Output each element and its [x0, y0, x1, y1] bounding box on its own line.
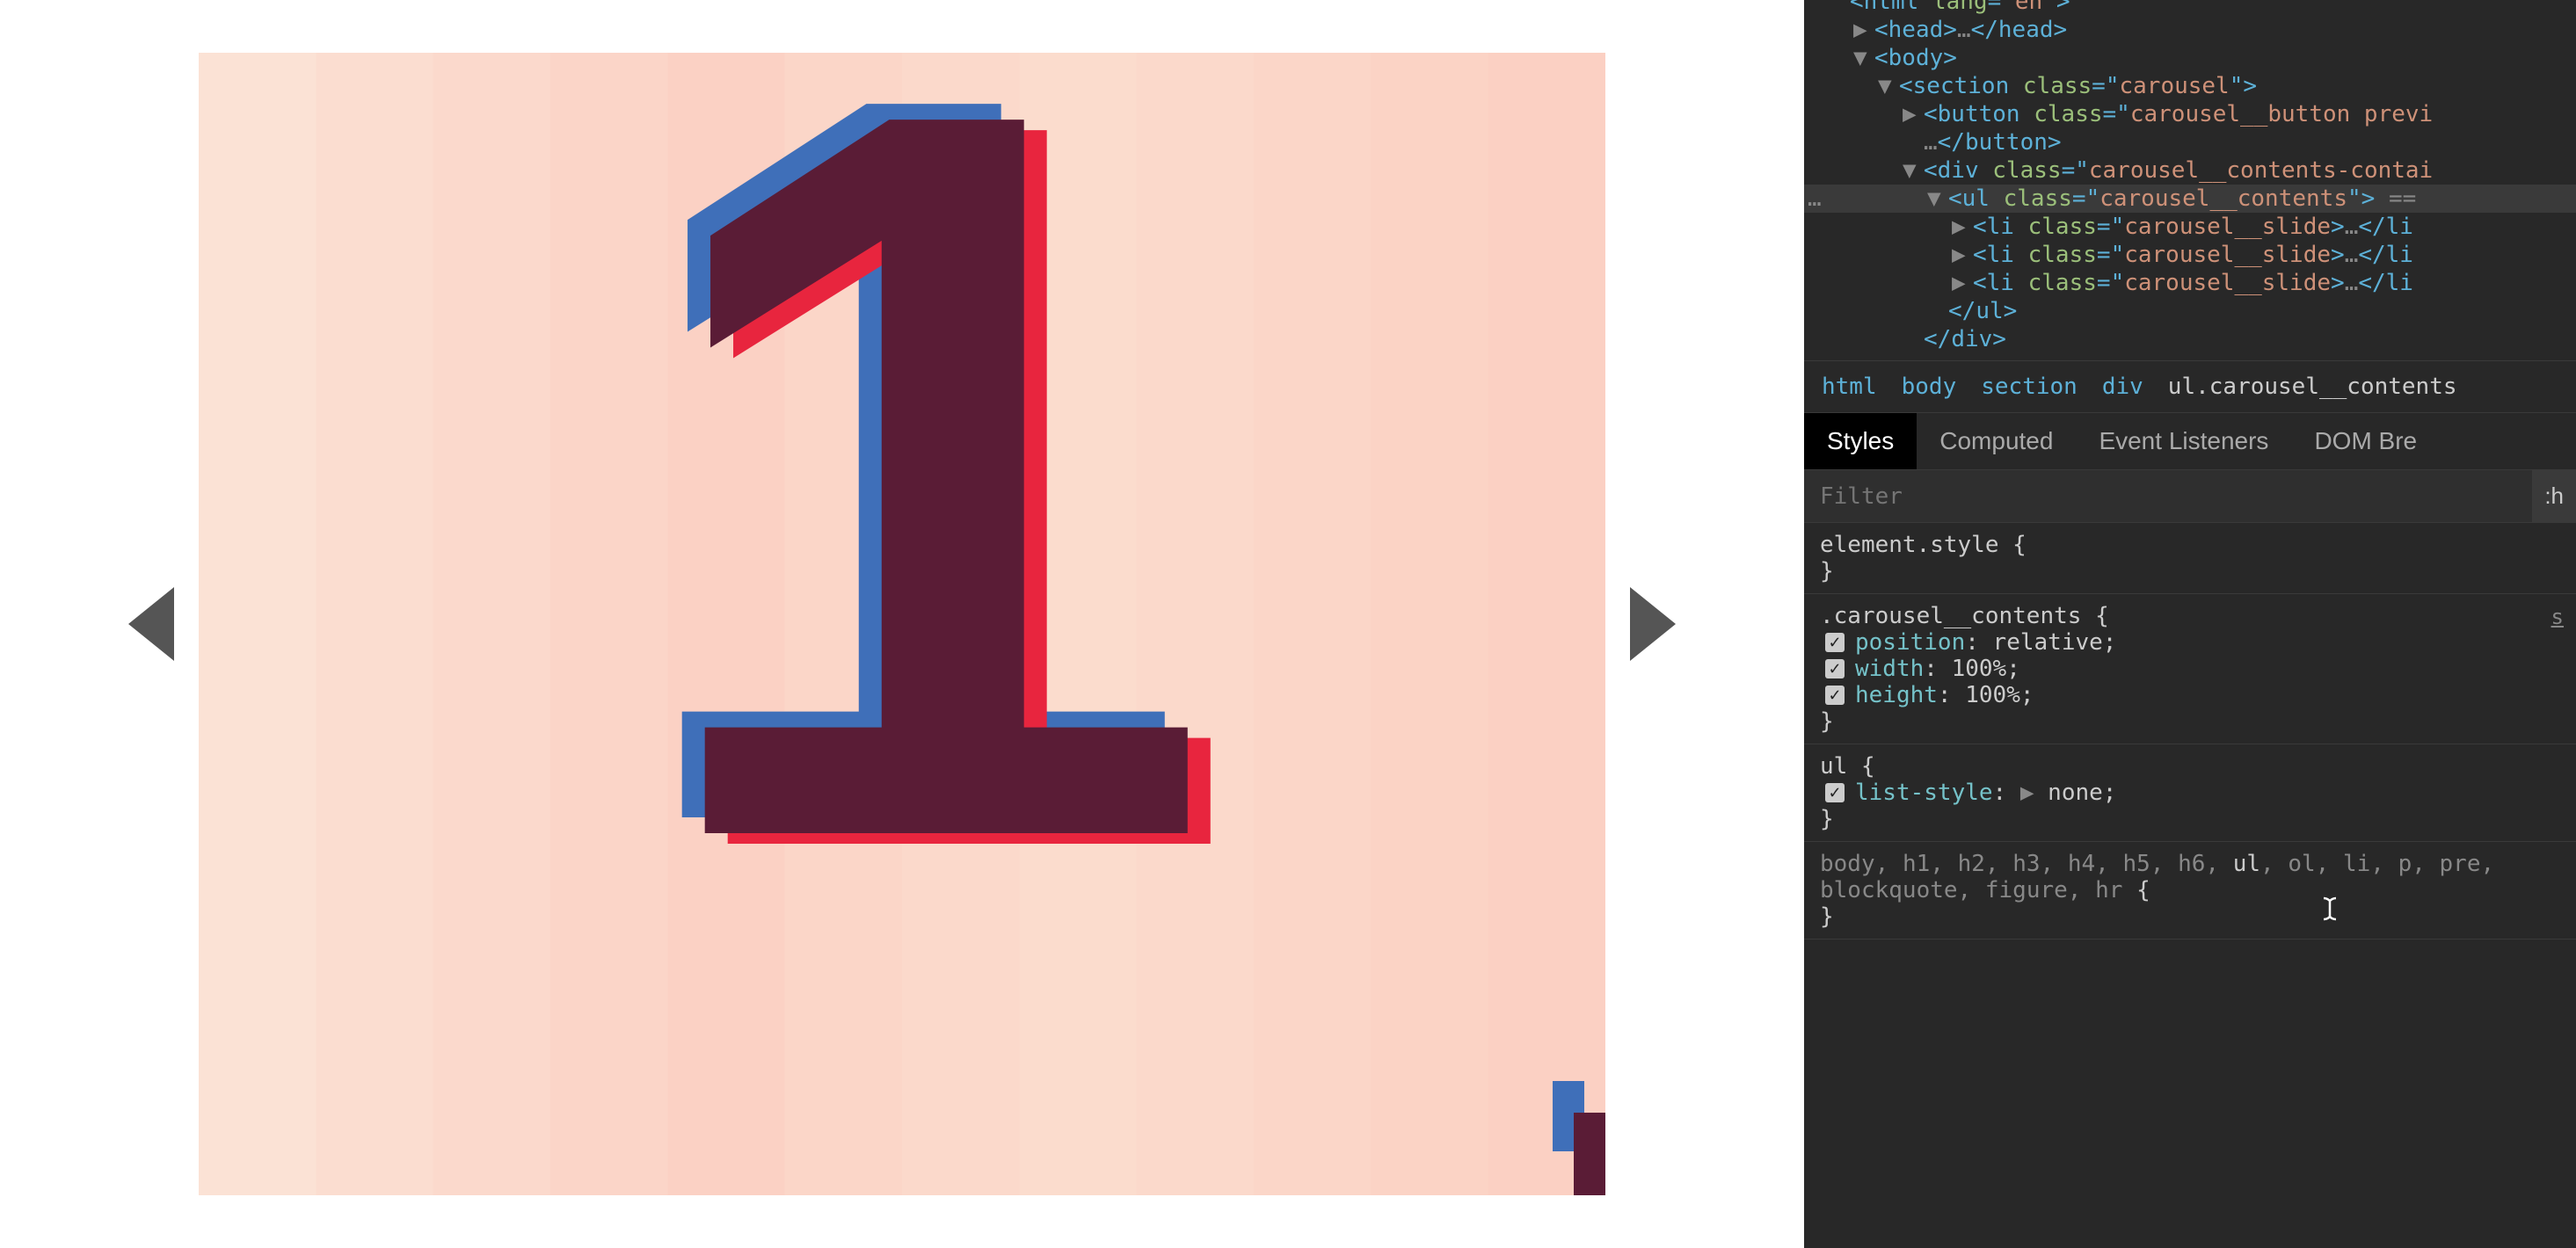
- next-slide-peek: [1553, 1081, 1605, 1195]
- slide-digit: 1: [639, 53, 1164, 993]
- breadcrumb-item[interactable]: section: [1981, 374, 2078, 400]
- dom-node[interactable]: </div>: [1804, 325, 2576, 353]
- source-link[interactable]: s: [2551, 605, 2564, 629]
- dom-node[interactable]: ▼<section class="carousel">: [1804, 72, 2576, 100]
- dom-node[interactable]: <html lang="en">: [1804, 0, 2576, 16]
- css-rule[interactable]: .carousel__contents {s✓position: relativ…: [1804, 594, 2576, 744]
- dom-node[interactable]: </ul>: [1804, 297, 2576, 325]
- property-toggle-checkbox[interactable]: ✓: [1825, 686, 1845, 705]
- css-rule[interactable]: ul {✓list-style: ▶ none;}: [1804, 744, 2576, 842]
- property-toggle-checkbox[interactable]: ✓: [1825, 659, 1845, 678]
- breadcrumb-item[interactable]: div: [2102, 374, 2143, 400]
- css-rule[interactable]: element.style {}: [1804, 523, 2576, 594]
- breadcrumb-item[interactable]: html: [1822, 374, 1877, 400]
- toggle-hover-button[interactable]: :h: [2532, 470, 2576, 522]
- carousel: 1 1 1: [128, 53, 1676, 1195]
- elements-tree[interactable]: <html lang="en">▶<head>…</head>▼<body>▼<…: [1804, 0, 2576, 360]
- breadcrumb-item[interactable]: body: [1902, 374, 1957, 400]
- styles-filter-row: :h: [1804, 470, 2576, 523]
- dom-node[interactable]: ▶<li class="carousel__slide>…</li: [1804, 269, 2576, 297]
- tab-computed[interactable]: Computed: [1917, 413, 2076, 469]
- tab-event-listeners[interactable]: Event Listeners: [2076, 413, 2291, 469]
- breadcrumb-item[interactable]: ul.carousel__contents: [2168, 374, 2457, 400]
- dom-node[interactable]: …</button>: [1804, 128, 2576, 156]
- css-property[interactable]: ✓list-style: ▶ none;: [1820, 780, 2560, 806]
- breadcrumb[interactable]: html body section div ul.carousel__contents: [1804, 360, 2576, 413]
- property-toggle-checkbox[interactable]: ✓: [1825, 633, 1845, 652]
- dom-node[interactable]: ▶<button class="carousel__button previ: [1804, 100, 2576, 128]
- tab-styles[interactable]: Styles: [1804, 413, 1917, 469]
- tab-dom-bre[interactable]: DOM Bre: [2291, 413, 2440, 469]
- devtools-panel: <html lang="en">▶<head>…</head>▼<body>▼<…: [1804, 0, 2576, 1248]
- styles-filter-input[interactable]: [1804, 470, 2532, 522]
- styles-tabs[interactable]: StylesComputedEvent ListenersDOM Bre: [1804, 413, 2576, 470]
- dom-node[interactable]: ▶<li class="carousel__slide>…</li: [1804, 213, 2576, 241]
- carousel-next-button[interactable]: [1630, 587, 1676, 661]
- dom-node[interactable]: ▼<div class="carousel__contents-contai: [1804, 156, 2576, 185]
- css-property[interactable]: ✓height: 100%;: [1820, 682, 2560, 708]
- carousel-slide: 1 1 1: [199, 53, 1605, 1195]
- dom-node[interactable]: ▼<ul class="carousel__contents"> ==: [1804, 185, 2576, 213]
- property-toggle-checkbox[interactable]: ✓: [1825, 783, 1845, 802]
- css-rule[interactable]: body, h1, h2, h3, h4, h5, h6, ul, ol, li…: [1804, 842, 2576, 940]
- page-preview: 1 1 1: [0, 0, 1804, 1248]
- css-property[interactable]: ✓position: relative;: [1820, 629, 2560, 656]
- styles-pane[interactable]: element.style {}.carousel__contents {s✓p…: [1804, 523, 2576, 1248]
- carousel-prev-button[interactable]: [128, 587, 174, 661]
- css-property[interactable]: ✓width: 100%;: [1820, 656, 2560, 682]
- dom-node[interactable]: ▼<body>: [1804, 44, 2576, 72]
- dom-node[interactable]: ▶<head>…</head>: [1804, 16, 2576, 44]
- dom-node[interactable]: ▶<li class="carousel__slide>…</li: [1804, 241, 2576, 269]
